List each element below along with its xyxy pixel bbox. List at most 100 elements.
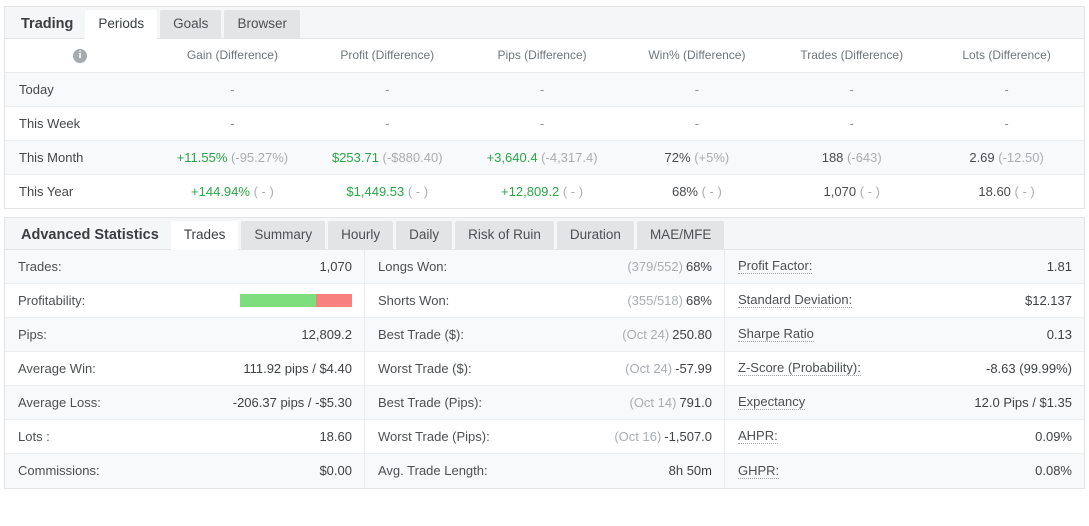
- trading-panel: Trading Periods Goals Browser i Gain (Diff…: [4, 6, 1085, 209]
- stat-label[interactable]: Expectancy: [738, 394, 806, 411]
- stat-label: Lots :: [18, 428, 50, 444]
- stat-label: Avg. Trade Length:: [378, 463, 488, 479]
- periods-row-label: Today: [5, 72, 155, 107]
- periods-cell-5: 18.60 ( - ): [929, 174, 1084, 208]
- advanced-statistics-panel: Advanced Statistics Trades Summary Hourly D…: [4, 216, 1085, 489]
- stat-label: Shorts Won:: [378, 292, 450, 308]
- stat-label[interactable]: Profit Factor:: [738, 258, 813, 275]
- periods-cell-value: 188: [821, 149, 844, 165]
- periods-row-label: This Year: [5, 174, 155, 208]
- periods-cell-value: -: [1004, 81, 1009, 97]
- stat-value: (379/552) 68%: [627, 258, 712, 274]
- stat-row: Profitability:: [5, 283, 364, 318]
- periods-cell-1: $1,449.53 ( - ): [309, 174, 465, 208]
- stat-label[interactable]: Z-Score (Probability):: [738, 360, 861, 377]
- periods-cell-value: -: [385, 81, 390, 97]
- periods-cell-value: 72%: [664, 149, 691, 165]
- stat-label: Worst Trade (Pips):: [378, 428, 490, 444]
- stat-row: Average Loss: -206.37 pips / -$5.30: [5, 385, 364, 420]
- periods-cell-5: -: [929, 106, 1084, 141]
- periods-cell-4: -: [774, 106, 930, 141]
- periods-cell-difference: (-$880.40): [378, 149, 443, 165]
- statistics-column-middle: Longs Won: (379/552) 68% Shorts Won: (355/51…: [364, 249, 724, 488]
- periods-cell-value: -: [1004, 115, 1009, 131]
- periods-cell-value: +12,809.2: [501, 183, 560, 199]
- statistics-tabbar: Advanced Statistics Trades Summary Hourly D…: [5, 217, 1084, 250]
- periods-cell-value: +11.55%: [176, 149, 228, 165]
- periods-cell-value: +144.94%: [191, 183, 250, 199]
- stat-value: 18.60: [319, 428, 352, 444]
- tab-hourly[interactable]: Hourly: [328, 220, 394, 249]
- tab-duration[interactable]: Duration: [556, 220, 634, 249]
- statistics-body: Trades: 1,070 Profitability: Pips: 12,809.2 A…: [5, 249, 1084, 488]
- stat-label: Best Trade ($):: [378, 326, 464, 342]
- tab-risk-of-ruin[interactable]: Risk of Ruin: [455, 220, 554, 249]
- stat-label[interactable]: AHPR:: [738, 428, 778, 445]
- trading-tabbar: Trading Periods Goals Browser: [5, 7, 1084, 39]
- stat-row: Commissions: $0.00: [5, 453, 364, 488]
- stat-row: Average Win: 111.92 pips / $4.40: [5, 351, 364, 386]
- tab-trades[interactable]: Trades: [170, 220, 239, 250]
- periods-cell-4: 1,070 ( - ): [774, 174, 930, 208]
- stat-label[interactable]: Sharpe Ratio: [738, 326, 814, 343]
- periods-column-header-1: Profit (Difference): [309, 39, 465, 73]
- stat-row: AHPR: 0.09%: [725, 419, 1084, 454]
- tab-browser[interactable]: Browser: [224, 10, 300, 38]
- trading-panel-title: Trading: [21, 16, 74, 32]
- statistics-panel-title: Advanced Statistics: [21, 226, 159, 243]
- periods-cell-value: -: [230, 115, 235, 131]
- stat-value-prefix: (Oct 16): [614, 428, 662, 444]
- tab-summary[interactable]: Summary: [241, 220, 326, 249]
- periods-column-header-0: Gain (Difference): [155, 39, 310, 73]
- panel-gap: [4, 209, 1085, 217]
- tab-daily[interactable]: Daily: [396, 220, 453, 249]
- stat-row: Avg. Trade Length: 8h 50m: [365, 453, 724, 488]
- periods-column-header-5: Lots (Difference): [929, 39, 1084, 73]
- stat-value-prefix: (379/552): [627, 258, 683, 274]
- profitability-bar: [240, 293, 352, 307]
- periods-cell-value: 68%: [671, 183, 698, 199]
- periods-cell-value: -: [694, 115, 700, 131]
- periods-cell-value: -: [539, 115, 545, 131]
- periods-table-body: Today - - - - - - This Week - - - - - - This Month +11.…: [5, 72, 1084, 208]
- periods-column-header-3: Win% (Difference): [619, 39, 775, 73]
- stat-value: 12,809.2: [301, 326, 352, 342]
- stat-label[interactable]: GHPR:: [738, 463, 780, 479]
- periods-cell-2: +3,640.4 (-4,317.4): [464, 140, 620, 175]
- stat-label: Trades:: [18, 258, 62, 274]
- periods-cell-3: -: [619, 106, 775, 141]
- periods-cell-1: -: [309, 106, 465, 141]
- periods-cell-0: -: [155, 72, 310, 107]
- stat-value: (Oct 24) 250.80: [622, 326, 712, 342]
- tab-periods[interactable]: Periods: [85, 10, 158, 39]
- periods-cell-difference: ( - ): [404, 183, 429, 199]
- periods-table-head: i Gain (Difference) Profit (Difference) Pi…: [5, 39, 1084, 73]
- periods-cell-difference: (-643): [843, 149, 882, 165]
- periods-row: Today - - - - - -: [5, 72, 1084, 107]
- periods-table-wrap: i Gain (Difference) Profit (Difference) Pi…: [5, 39, 1084, 208]
- stat-value: $12.137: [1025, 292, 1072, 308]
- stat-label[interactable]: Standard Deviation:: [738, 292, 853, 309]
- stat-row: Z-Score (Probability): -8.63 (99.99%): [725, 351, 1084, 386]
- info-icon[interactable]: i: [73, 48, 87, 63]
- stat-row: Profit Factor: 1.81: [725, 249, 1084, 284]
- stat-value: (Oct 14) 791.0: [629, 394, 712, 410]
- stat-label: Longs Won:: [378, 258, 448, 274]
- periods-cell-value: -: [694, 81, 700, 97]
- periods-cell-value: +3,640.4: [486, 149, 538, 165]
- stat-value: 111.92 pips / $4.40: [243, 360, 352, 376]
- periods-cell-difference: ( - ): [559, 183, 584, 199]
- stat-row: Shorts Won: (355/518) 68%: [365, 283, 724, 318]
- periods-cell-value: $253.71: [331, 149, 379, 165]
- tab-goals[interactable]: Goals: [160, 10, 222, 38]
- stat-value: -206.37 pips / -$5.30: [232, 394, 352, 410]
- periods-cell-value: -: [849, 81, 854, 97]
- stat-label: Best Trade (Pips):: [378, 394, 483, 410]
- stat-label: Profitability:: [18, 292, 86, 308]
- stat-row: Standard Deviation: $12.137: [725, 283, 1084, 318]
- tab-mae-mfe[interactable]: MAE/MFE: [636, 220, 725, 249]
- periods-cell-value: -: [539, 81, 545, 97]
- stat-value: 8h 50m: [668, 463, 712, 479]
- periods-cell-5: -: [929, 72, 1084, 107]
- stat-value: 1,070: [319, 258, 352, 274]
